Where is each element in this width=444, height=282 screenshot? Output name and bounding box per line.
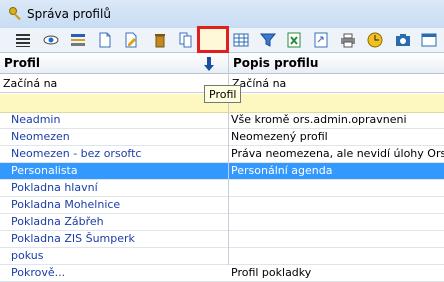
filter-icon	[259, 33, 277, 47]
table-row[interactable]: Neadmin Vše kromě ors.admin.opravneni	[0, 112, 444, 129]
tooltip-text: Profil	[209, 87, 237, 101]
list-icon	[16, 34, 30, 47]
cell-popis: Práva neomezena, ale nevidí úlohy Orsoft…	[231, 147, 444, 160]
filter-button[interactable]	[259, 31, 277, 49]
window-icon	[421, 33, 437, 47]
cell-profil: Neomezen - bez orsoftc	[11, 147, 142, 160]
cell-popis: Neomezený profil	[231, 130, 328, 143]
filter-placeholder: Začíná na	[3, 77, 58, 90]
column-header-label: Profil	[4, 56, 40, 70]
sort-arrow-icon	[204, 57, 214, 71]
table-row[interactable]: Pokladna Mohelnice	[0, 197, 444, 214]
column-header-popis[interactable]: Popis profilu	[229, 53, 444, 74]
tooltip: Profil	[204, 85, 242, 103]
table-row[interactable]: Pokrově... Profil pokladky	[0, 265, 444, 282]
excel-icon	[287, 32, 301, 48]
print-icon	[341, 33, 355, 48]
edit-button[interactable]	[69, 31, 87, 49]
grid-button[interactable]	[232, 31, 250, 49]
window-button[interactable]	[420, 31, 438, 49]
column-header-profil[interactable]: Profil	[0, 53, 228, 74]
cell-profil: Pokrově...	[11, 266, 66, 279]
cell-profil: pokus	[11, 249, 44, 262]
cell-popis: Vše kromě ors.admin.opravneni	[231, 113, 407, 126]
eye-button[interactable]	[42, 31, 60, 49]
trash-icon	[155, 34, 165, 48]
copy-button[interactable]	[177, 31, 195, 49]
key-icon	[9, 7, 21, 21]
refresh-button[interactable]	[312, 31, 330, 49]
cell-profil: Pokladna Zábřeh	[11, 215, 104, 228]
cell-profil: Neadmin	[11, 113, 61, 126]
cell-profil: Neomezen	[11, 130, 70, 143]
active-toolbar-highlight	[197, 26, 229, 53]
excel-button[interactable]	[285, 31, 303, 49]
cell-profil: Pokladna hlavní	[11, 181, 98, 194]
table-row[interactable]: Pokladna hlavní	[0, 180, 444, 197]
column-header-label: Popis profilu	[233, 56, 319, 70]
filter-input-profil[interactable]: Začíná na	[0, 75, 228, 93]
copy-icon	[179, 32, 192, 48]
cell-popis: Personální agenda	[231, 164, 333, 177]
cell-profil: Pokladna Mohelnice	[11, 198, 121, 211]
title-bar: Správa profilů	[0, 0, 444, 29]
clock-button[interactable]	[366, 31, 384, 49]
edit-document-icon	[125, 32, 137, 48]
table-row[interactable]: Personalista Personální agenda	[0, 163, 444, 180]
filter-input-popis[interactable]: Začíná na	[229, 75, 444, 93]
table-row[interactable]: pokus	[0, 248, 444, 265]
print-button[interactable]	[339, 31, 357, 49]
window-title: Správa profilů	[27, 7, 111, 21]
grid-icon	[233, 33, 249, 47]
list-button[interactable]	[14, 31, 32, 49]
new-document-icon	[99, 32, 111, 48]
clock-icon	[367, 32, 383, 48]
camera-icon	[396, 34, 410, 46]
new-document-button[interactable]	[96, 31, 114, 49]
table-row[interactable]: Pokladna Zábřeh	[0, 214, 444, 231]
table-row[interactable]: Neomezen Neomezený profil	[0, 129, 444, 146]
edit-document-button[interactable]	[122, 31, 140, 49]
edit-icon	[71, 34, 85, 46]
cell-profil: Pokladna ZIS Šumperk	[11, 232, 135, 245]
eye-icon	[43, 35, 59, 45]
trash-button[interactable]	[151, 31, 169, 49]
table-row[interactable]: Neomezen - bez orsoftc Práva neomezena, a…	[0, 146, 444, 163]
camera-button[interactable]	[394, 31, 412, 49]
cell-profil: Personalista	[11, 164, 78, 177]
cell-popis: Profil pokladky	[231, 266, 312, 279]
table-row[interactable]: Pokladna ZIS Šumperk	[0, 231, 444, 248]
refresh-icon	[314, 32, 328, 48]
